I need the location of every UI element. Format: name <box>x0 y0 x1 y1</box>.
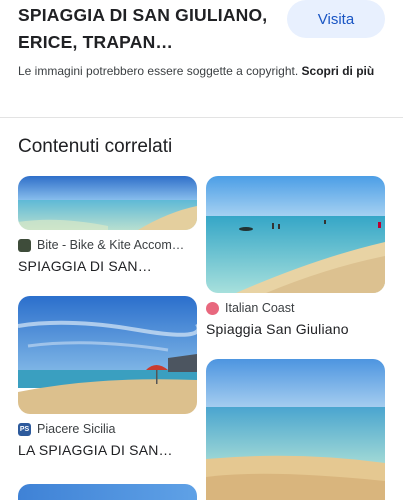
card-source: PS Piacere Sicilia <box>18 422 197 436</box>
beach-thumbnail[interactable] <box>206 359 385 500</box>
card-caption: SPIAGGIA DI SAN… <box>18 258 152 274</box>
visit-button[interactable]: Visita <box>287 0 385 38</box>
related-card-piacere-sicilia[interactable]: PS Piacere Sicilia LA SPIAGGIA DI SAN… <box>18 296 197 458</box>
related-card-italian-coast[interactable]: Italian Coast Spiaggia San Giuliano <box>206 176 385 337</box>
beach-thumbnail[interactable] <box>18 484 197 500</box>
source-name: Piacere Sicilia <box>37 422 116 436</box>
italian-coast-favicon-icon <box>206 301 219 315</box>
source-name: Bite - Bike & Kite Accom… <box>37 238 185 252</box>
page-title[interactable]: SPIAGGIA DI SAN GIULIANO, ERICE, TRAPAN… <box>18 2 280 56</box>
beach-thumbnail[interactable] <box>18 176 197 230</box>
bite-favicon-icon <box>18 238 31 252</box>
learn-more-link[interactable]: Scopri di più <box>302 64 375 78</box>
related-card-partial[interactable] <box>18 484 197 500</box>
card-source: Italian Coast <box>206 301 385 315</box>
card-caption: Spiaggia San Giuliano <box>206 321 349 337</box>
copyright-text: Le immagini potrebbero essere soggette a… <box>18 64 299 78</box>
related-content-title: Contenuti correlati <box>18 136 173 157</box>
related-card-beach[interactable] <box>206 359 385 500</box>
card-source: Bite - Bike & Kite Accom… <box>18 238 197 252</box>
card-caption: LA SPIAGGIA DI SAN… <box>18 442 173 458</box>
beach-thumbnail[interactable] <box>18 296 197 414</box>
copyright-notice: Le immagini potrebbero essere soggette a… <box>18 62 388 80</box>
section-divider <box>0 117 403 118</box>
beach-thumbnail[interactable] <box>206 176 385 293</box>
related-card-bite[interactable]: Bite - Bike & Kite Accom… SPIAGGIA DI SA… <box>18 176 197 274</box>
source-name: Italian Coast <box>225 301 295 315</box>
result-header: SPIAGGIA DI SAN GIULIANO, ERICE, TRAPAN…… <box>0 0 403 116</box>
piacere-sicilia-favicon-icon: PS <box>18 422 31 436</box>
